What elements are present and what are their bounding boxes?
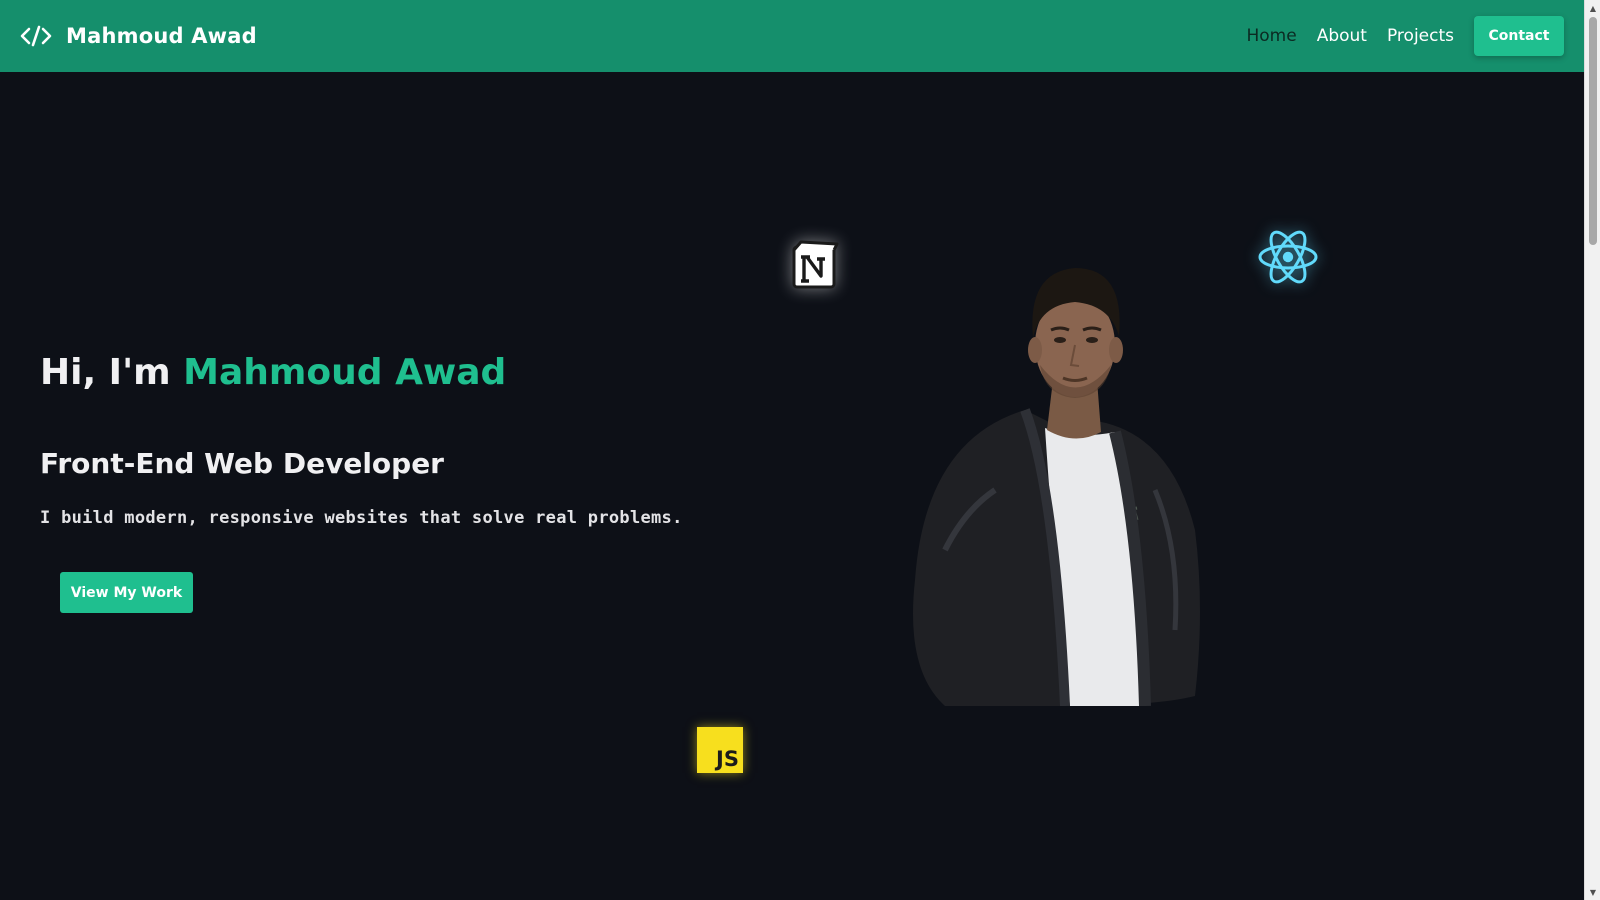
brand-logo-link[interactable]: Mahmoud Awad [20, 24, 257, 48]
nav-link-home[interactable]: Home [1247, 26, 1297, 46]
hero-tagline: I build modern, responsive websites that… [40, 508, 683, 528]
nav-link-about[interactable]: About [1317, 26, 1367, 46]
scrollbar-thumb[interactable] [1589, 17, 1597, 245]
nav-links: Home About Projects Contact [1247, 16, 1564, 56]
javascript-icon: JS [697, 727, 743, 773]
profile-photo [913, 268, 1200, 706]
top-navbar: Mahmoud Awad Home About Projects Contact [0, 0, 1584, 72]
react-icon [1258, 230, 1318, 284]
code-icon [20, 25, 52, 47]
scroll-up-arrow-icon[interactable]: ▲ [1585, 0, 1600, 16]
contact-button[interactable]: Contact [1474, 16, 1564, 56]
view-my-work-button[interactable]: View My Work [60, 572, 193, 613]
hero-greeting: Hi, I'm Mahmoud Awad [40, 352, 506, 393]
notion-icon [792, 240, 839, 289]
scroll-down-arrow-icon[interactable]: ▼ [1585, 884, 1600, 900]
hero-role: Front-End Web Developer [40, 447, 444, 480]
hero-name: Mahmoud Awad [183, 352, 507, 393]
greeting-prefix: Hi, I'm [40, 352, 171, 393]
nav-link-projects[interactable]: Projects [1387, 26, 1454, 46]
javascript-icon-label: JS [716, 747, 739, 771]
brand-name: Mahmoud Awad [66, 24, 257, 48]
page-scrollbar[interactable]: ▲ ▼ [1584, 0, 1600, 900]
